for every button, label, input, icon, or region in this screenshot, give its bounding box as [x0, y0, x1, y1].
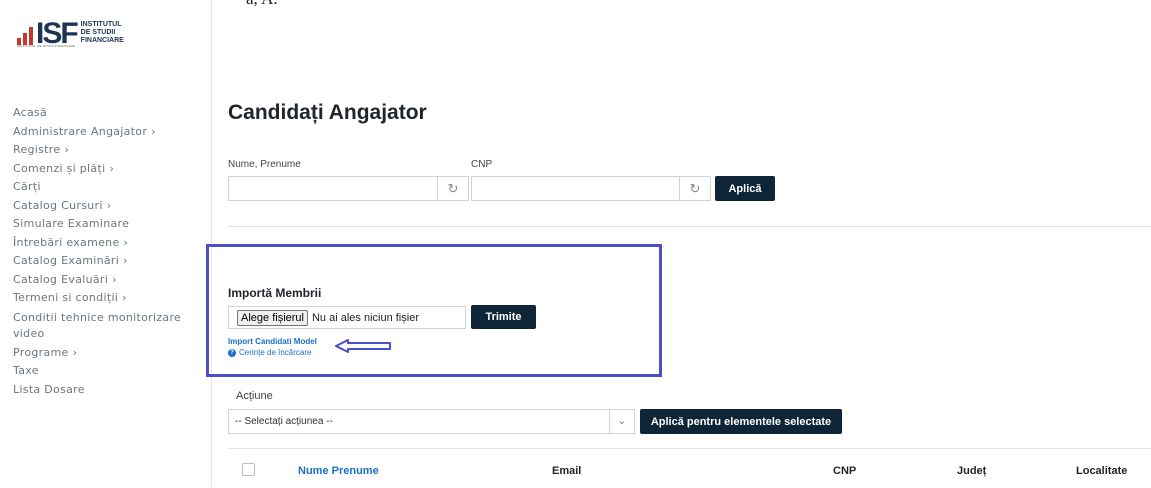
sidebar-item[interactable]: Administrare Angajator ›	[13, 123, 205, 142]
column-header-cnp: CNP	[833, 465, 857, 477]
chevron-down-icon: ⌄	[609, 410, 634, 433]
main-content: Candidați Angajator Nume, Prenume CNP ↻ …	[206, 0, 1151, 488]
logo-name: INSTITUTUL DE STUDII FINANCIARE	[80, 21, 124, 44]
refresh-icon[interactable]: ↻	[437, 177, 468, 200]
sidebar-item-label: Catalog Cursuri	[13, 198, 103, 212]
sidebar-item[interactable]: Catalog Examinări ›	[13, 252, 205, 271]
sidebar-item[interactable]: Taxe	[13, 362, 205, 381]
column-header-name[interactable]: Nume Prenume	[298, 465, 379, 477]
column-header-locality: Localitate	[1076, 465, 1128, 477]
logo-bars-icon	[17, 23, 33, 45]
chevron-right-icon: ›	[109, 161, 115, 175]
section-divider	[228, 226, 1151, 227]
chevron-right-icon: ›	[123, 254, 128, 267]
sidebar-item[interactable]: Programe ›	[13, 344, 205, 363]
table-header-row: Nume Prenume Email CNP Județ Localitate	[228, 448, 1151, 488]
column-header-county: Județ	[957, 465, 987, 477]
column-header-email: Email	[552, 465, 582, 477]
chevron-right-icon: ›	[72, 345, 78, 359]
name-filter-group: ↻	[228, 176, 469, 201]
select-all-checkbox[interactable]	[242, 463, 255, 476]
sidebar-nav: Acasă Administrare Angajator › Registre › Com…	[13, 104, 205, 399]
sidebar-item[interactable]: Întrebări examene ›	[13, 234, 205, 253]
sidebar-item-label: Catalog Evaluări	[13, 272, 109, 286]
sidebar-item[interactable]: Termeni si condiții ›	[13, 289, 205, 308]
sidebar-item[interactable]: Comenzi și plăți ›	[13, 160, 205, 179]
sidebar-item[interactable]: Acasă	[13, 104, 205, 123]
apply-filter-button[interactable]: Aplică	[715, 176, 775, 201]
sidebar-item[interactable]: Conditii tehnice monitorizare video	[13, 308, 205, 344]
sidebar-item-label: Cărți	[13, 180, 41, 193]
logo-tagline: INSTITUTUL DE STUDII FINANCIARE	[17, 44, 76, 48]
sidebar-item-label: Administrare Angajator	[13, 124, 148, 138]
page-title: Candidați Angajator	[228, 101, 427, 124]
chevron-right-icon: ›	[112, 272, 117, 286]
sidebar-item[interactable]: Catalog Evaluări ›	[13, 271, 205, 290]
chevron-right-icon: ›	[123, 235, 129, 249]
chevron-right-icon: ›	[64, 143, 70, 156]
choose-file-button[interactable]: Alege fișierul	[237, 309, 308, 326]
refresh-icon[interactable]: ↻	[679, 177, 710, 200]
file-input[interactable]: Alege fișierul Nu ai ales niciun fișier	[228, 306, 466, 329]
sidebar-item-label: Simulare Examinare	[13, 217, 130, 230]
file-status-text: Nu ai ales niciun fișier	[311, 311, 419, 324]
chevron-right-icon: ›	[122, 291, 127, 304]
upload-requirements-link[interactable]: ? Cerințe de încărcare	[228, 348, 311, 357]
import-model-link[interactable]: Import Candidati Model	[228, 337, 317, 346]
sidebar-item-label: Acasă	[13, 106, 48, 119]
question-circle-icon: ?	[228, 348, 236, 357]
name-filter-input[interactable]	[229, 177, 437, 200]
sidebar-item-label: Catalog Examinări	[13, 254, 120, 267]
sidebar-item-label: Taxe	[13, 364, 39, 377]
sidebar: ISF INSTITUTUL DE STUDII FINANCIARE INST…	[0, 0, 212, 487]
sidebar-item-label: Comenzi și plăți	[13, 161, 106, 175]
sidebar-item-label: Întrebări examene	[13, 235, 120, 249]
cnp-filter-label: CNP	[471, 159, 493, 170]
cnp-filter-group: ↻	[471, 176, 711, 201]
sidebar-item-label: Lista Dosare	[13, 382, 85, 396]
upload-requirements-label: Cerințe de încărcare	[239, 348, 312, 357]
sidebar-item[interactable]: Lista Dosare	[13, 381, 205, 400]
sidebar-item-label: Conditii tehnice monitorizare video	[13, 310, 182, 340]
apply-selected-button[interactable]: Aplică pentru elementele selectate	[640, 409, 842, 434]
sidebar-item[interactable]: Registre ›	[13, 141, 205, 160]
sidebar-item[interactable]: Catalog Cursuri ›	[13, 197, 205, 216]
sidebar-item-label: Termeni si condiții	[13, 291, 119, 304]
chevron-right-icon: ›	[106, 198, 112, 212]
sidebar-item-label: Registre	[13, 143, 61, 156]
action-label: Acțiune	[236, 390, 273, 402]
chevron-right-icon: ›	[151, 124, 156, 138]
action-select-value: -- Selectați acțiunea --	[235, 416, 333, 427]
name-filter-label: Nume, Prenume	[228, 159, 301, 170]
import-section-title: Importă Membrii	[228, 286, 322, 300]
sidebar-item[interactable]: Cărți	[13, 178, 205, 197]
action-select[interactable]: -- Selectați acțiunea -- ⌄	[228, 409, 635, 434]
submit-import-button[interactable]: Trimite	[471, 305, 536, 329]
sidebar-item-label: Programe	[13, 345, 69, 359]
cnp-filter-input[interactable]	[472, 177, 679, 200]
annotation-arrow-icon	[335, 339, 391, 353]
sidebar-item[interactable]: Simulare Examinare	[13, 215, 205, 234]
